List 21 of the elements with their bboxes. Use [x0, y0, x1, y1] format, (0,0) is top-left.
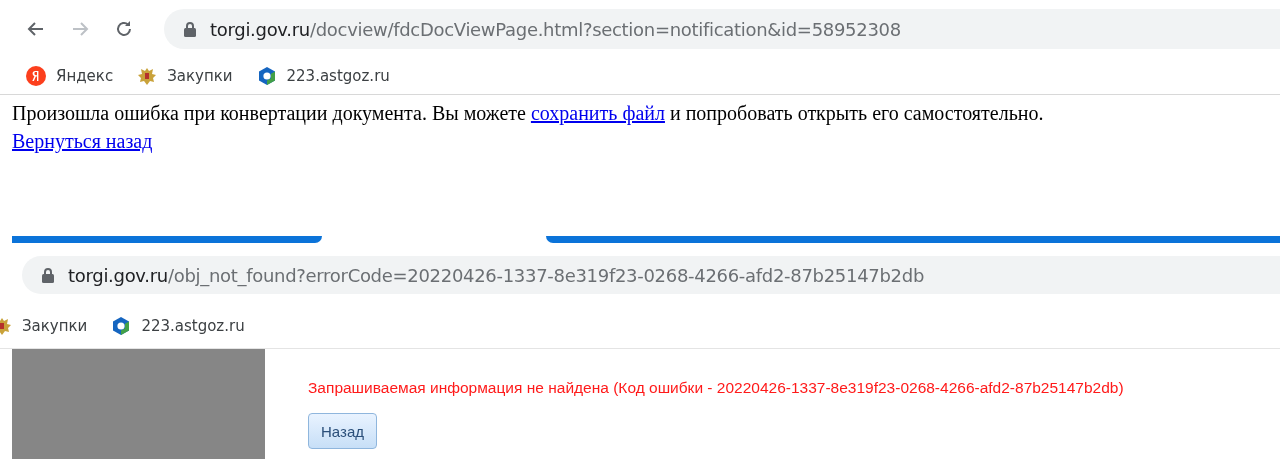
bookmark[interactable]: 223.astgoz.ru	[111, 316, 245, 336]
hexagon-logo-icon[interactable]	[256, 66, 277, 86]
bookmark[interactable]: Яндекс	[26, 66, 114, 86]
address-bar[interactable]: torgi.gov.ru/docview/fdcDocViewPage.html?section=notification&id=58952308	[164, 9, 1280, 49]
save-file-link[interactable]: сохранить файл	[530, 102, 665, 124]
error-text: Запрашиваемая информация не найдена (Код ошибки - 20220426-1337-8e319f23-0268-4266-afd2-87b25147b2db)	[308, 379, 1124, 397]
yandex-logo-icon[interactable]	[26, 66, 46, 86]
url-text: torgi.gov.ru/obj_not_found?errorCode=20220426-1337-8e319f23-0268-4266-afd2-87b25147b2db	[68, 264, 924, 286]
lock-icon[interactable]	[184, 21, 196, 37]
bookmark[interactable]: 223.astgoz.ru	[256, 66, 390, 86]
eagle-emblem-icon[interactable]	[137, 66, 158, 86]
lock-icon[interactable]	[42, 267, 54, 283]
back-button[interactable]: Назад	[308, 413, 377, 449]
error-message: Произошла ошибка при конвертации документа. Вы можете сохранить файл и попробовать открыть его самостоятельно.	[12, 101, 1045, 127]
hexagon-logo-icon[interactable]	[111, 316, 132, 336]
bookmark[interactable]: Закупки	[137, 66, 233, 86]
url-text: torgi.gov.ru/docview/fdcDocViewPage.html?section=notification&id=58952308	[210, 18, 901, 40]
reload-icon[interactable]	[114, 19, 134, 39]
bookmark[interactable]: Закупки	[0, 316, 88, 336]
back-link[interactable]: Вернуться назад	[12, 127, 153, 155]
address-bar[interactable]: torgi.gov.ru/obj_not_found?errorCode=20220426-1337-8e319f23-0268-4266-afd2-87b25147b2db	[22, 256, 1280, 294]
